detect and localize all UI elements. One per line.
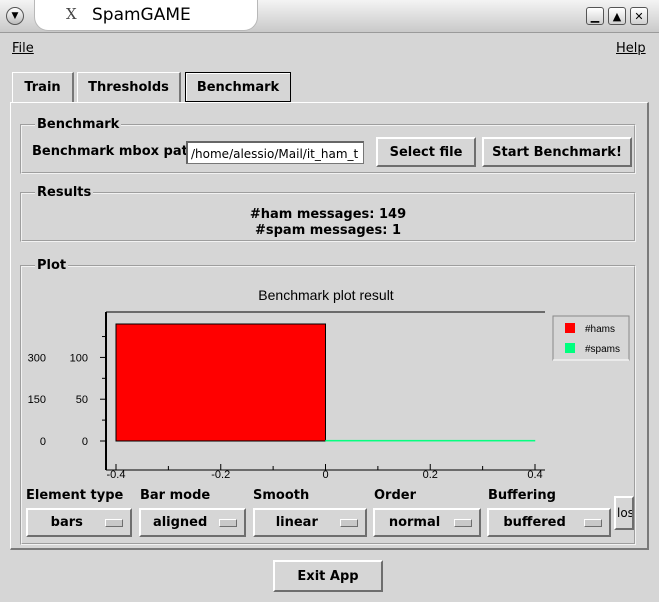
x-tick-label: -0.4 — [107, 469, 126, 480]
order-label: Order — [374, 488, 416, 503]
bar-mode-label: Bar mode — [140, 488, 211, 503]
smooth-select[interactable]: linear — [253, 508, 367, 537]
close-icon[interactable]: ✕ — [630, 7, 648, 25]
x-tick-label: 0.2 — [423, 469, 438, 480]
app-icon: X — [66, 5, 77, 23]
buffering-select[interactable]: buffered — [487, 508, 611, 537]
option-menu-indicator-icon — [105, 519, 123, 527]
bar-hams-0 — [115, 323, 326, 442]
results-group-title: Results — [35, 185, 94, 200]
x-tick-label: -0.2 — [211, 469, 230, 480]
option-menu-indicator-icon — [584, 519, 602, 527]
plot-group-title: Plot — [35, 258, 69, 273]
y2-tick-label: 300 — [28, 352, 46, 364]
exit-app-button[interactable]: Exit App — [273, 560, 383, 592]
element-type-label: Element type — [26, 488, 124, 503]
menu-file[interactable]: File — [12, 41, 34, 56]
spam-count: #spam messages: 1 — [254, 223, 402, 238]
ham-count: #ham messages: 149 — [249, 207, 407, 222]
y-tick-label: 100 — [70, 352, 88, 364]
order-select[interactable]: normal — [373, 508, 481, 537]
window-title: SpamGAME — [92, 5, 191, 25]
bar-spams-0 — [325, 439, 536, 442]
buffering-label: Buffering — [488, 488, 556, 503]
menu-bar — [0, 33, 659, 63]
legend-swatch-hams — [565, 323, 575, 333]
maximize-icon[interactable]: ▲ — [608, 7, 626, 25]
order-value: normal — [388, 515, 441, 530]
tab-benchmark[interactable]: Benchmark — [185, 72, 291, 102]
chart-title: Benchmark plot result — [258, 287, 394, 303]
buffering-value: buffered — [503, 515, 566, 530]
tab-train[interactable]: Train — [12, 72, 74, 102]
minimize-icon[interactable]: ▁ — [586, 7, 604, 25]
x-tick-label: 0.4 — [527, 469, 542, 480]
benchmark-chart: Benchmark plot result 300 150 0 100 50 0 -0.… — [28, 287, 630, 480]
y-tick-label: 0 — [82, 436, 88, 448]
bar-mode-value: aligned — [152, 515, 208, 530]
element-type-select[interactable]: bars — [26, 508, 132, 537]
legend-label-spams: #spams — [585, 344, 620, 355]
tab-thresholds[interactable]: Thresholds — [77, 72, 181, 102]
start-benchmark-button[interactable]: Start Benchmark! — [482, 137, 632, 167]
benchmark-group-title: Benchmark — [35, 117, 122, 132]
element-type-value: bars — [50, 515, 83, 530]
y2-tick-label: 150 — [28, 394, 46, 406]
y2-tick-label: 0 — [40, 436, 46, 448]
legend-swatch-spams — [565, 343, 575, 353]
select-file-button[interactable]: Select file — [376, 137, 476, 167]
smooth-label: Smooth — [253, 488, 310, 503]
x-tick-label: 0 — [322, 469, 328, 480]
legend-label-hams: #hams — [585, 324, 615, 335]
menu-help[interactable]: Help — [616, 41, 646, 56]
smooth-value: linear — [275, 515, 318, 530]
option-menu-indicator-icon — [219, 519, 237, 527]
option-menu-indicator-icon — [454, 519, 472, 527]
option-menu-indicator-icon — [340, 519, 358, 527]
close-plot-button[interactable]: los — [614, 496, 634, 530]
y-tick-label: 50 — [76, 394, 88, 406]
bar-mode-select[interactable]: aligned — [139, 508, 246, 537]
benchmark-path-label: Benchmark mbox path: — [32, 144, 203, 159]
window-menu-icon[interactable]: ▼ — [6, 7, 24, 25]
benchmark-path-input[interactable]: /home/alessio/Mail/it_ham_t — [186, 141, 364, 164]
